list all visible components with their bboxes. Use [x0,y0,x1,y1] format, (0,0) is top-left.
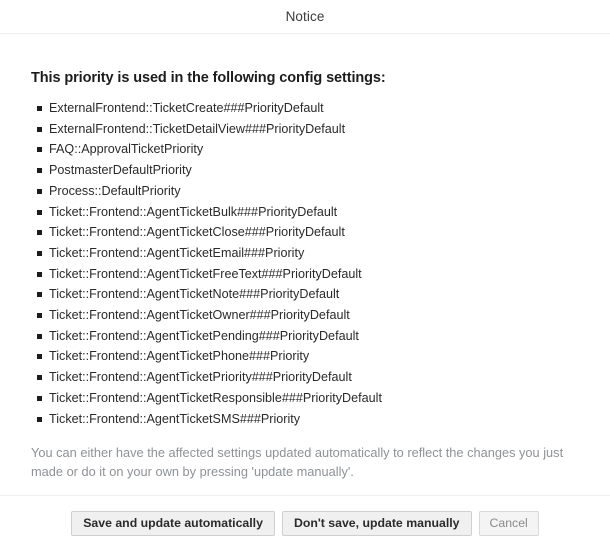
notice-dialog: Notice This priority is used in the foll… [0,0,610,551]
config-setting-label: Ticket::Frontend::AgentTicketPending###P… [49,328,359,343]
dialog-header: Notice [0,0,610,34]
bullet-icon [37,168,42,174]
config-setting-label: Ticket::Frontend::AgentTicketNote###Prio… [49,287,340,302]
bullet-icon [37,271,42,277]
bullet-icon [37,395,42,401]
bullet-icon [37,313,42,319]
config-setting-label: FAQ::ApprovalTicketPriority [49,142,204,157]
config-setting-item: ExternalFrontend::TicketDetailView###Pri… [31,119,579,140]
config-setting-item: Ticket::Frontend::AgentTicketPending###P… [31,326,579,347]
save-and-update-automatically-button[interactable]: Save and update automatically [71,511,275,536]
config-setting-item: ExternalFrontend::TicketCreate###Priorit… [31,98,579,119]
config-setting-item: Ticket::Frontend::AgentTicketOwner###Pri… [31,305,579,326]
bullet-icon [37,416,42,422]
config-setting-label: Ticket::Frontend::AgentTicketResponsible… [49,390,382,405]
bullet-icon [37,106,42,111]
bullet-icon [37,375,42,381]
config-setting-label: Ticket::Frontend::AgentTicketSMS###Prior… [49,411,301,426]
bullet-icon [37,333,42,339]
bullet-icon [37,230,42,236]
body-heading: This priority is used in the following c… [31,70,386,86]
config-setting-item: Ticket::Frontend::AgentTicketPriority###… [31,367,579,388]
config-setting-item: Ticket::Frontend::AgentTicketEmail###Pri… [31,243,579,264]
config-setting-item: Ticket::Frontend::AgentTicketNote###Prio… [31,284,579,305]
config-setting-label: Ticket::Frontend::AgentTicketEmail###Pri… [49,245,305,260]
config-setting-item: PostmasterDefaultPriority [31,160,579,181]
config-setting-label: Ticket::Frontend::AgentTicketClose###Pri… [49,225,345,240]
config-setting-label: ExternalFrontend::TicketDetailView###Pri… [49,121,346,136]
config-setting-label: Process::DefaultPriority [49,183,181,198]
config-setting-item: FAQ::ApprovalTicketPriority [31,139,579,160]
bullet-icon [37,292,42,298]
config-setting-item: Ticket::Frontend::AgentTicketFreeText###… [31,264,579,285]
cancel-button[interactable]: Cancel [478,511,539,536]
config-setting-label: Ticket::Frontend::AgentTicketBulk###Prio… [49,204,338,219]
config-setting-item: Ticket::Frontend::AgentTicketBulk###Prio… [31,202,579,223]
config-setting-item: Ticket::Frontend::AgentTicketPhone###Pri… [31,346,579,367]
dialog-title: Notice [285,9,325,24]
config-setting-item: Ticket::Frontend::AgentTicketResponsible… [31,388,579,409]
config-setting-label: ExternalFrontend::TicketCreate###Priorit… [49,101,324,115]
config-setting-label: Ticket::Frontend::AgentTicketPriority###… [49,370,352,385]
config-setting-label: PostmasterDefaultPriority [49,163,192,178]
config-settings-list: ExternalFrontend::TicketCreate###Priorit… [31,86,579,429]
note-text: You can either have the affected setting… [31,445,564,479]
dont-save-update-manually-button[interactable]: Don't save, update manually [281,511,472,536]
bullet-icon [37,209,42,215]
config-setting-item: Process::DefaultPriority [31,181,579,202]
config-setting-label: Ticket::Frontend::AgentTicketPhone###Pri… [49,349,310,364]
bullet-icon [37,250,42,256]
bullet-icon [37,147,42,153]
dialog-body: This priority is used in the following c… [0,34,610,495]
bullet-icon [37,354,42,360]
bullet-icon [37,188,42,194]
config-setting-label: Ticket::Frontend::AgentTicketFreeText###… [49,266,362,281]
dialog-footer: Save and update automatically Don't save… [0,495,610,551]
config-setting-item: Ticket::Frontend::AgentTicketSMS###Prior… [31,409,579,430]
config-setting-label: Ticket::Frontend::AgentTicketOwner###Pri… [49,308,350,323]
config-setting-item: Ticket::Frontend::AgentTicketClose###Pri… [31,222,579,243]
bullet-icon [37,126,42,132]
